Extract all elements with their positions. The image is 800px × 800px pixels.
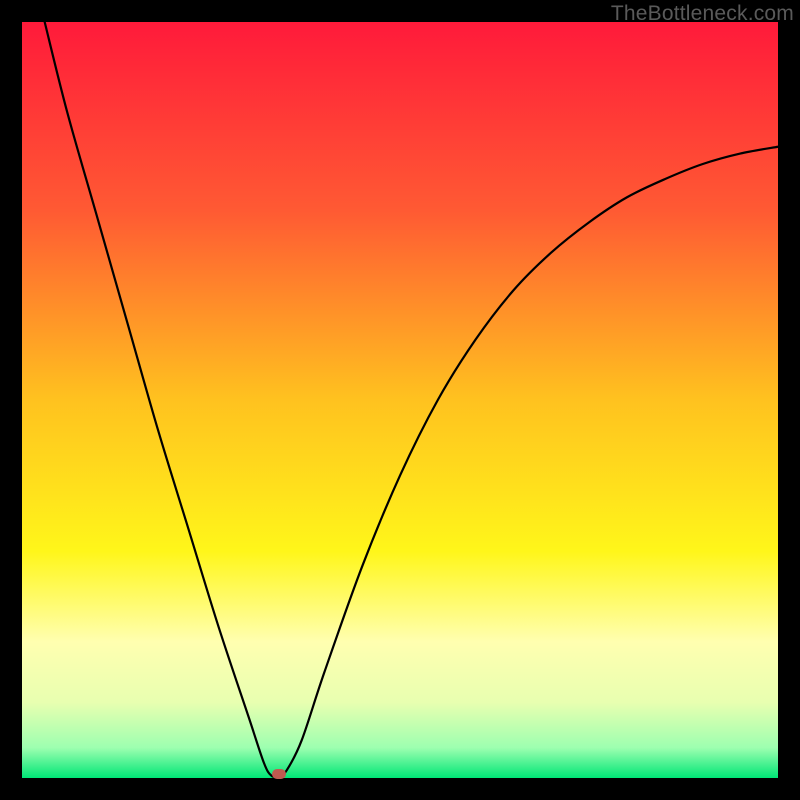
chart-marker — [272, 769, 286, 779]
chart-curve — [45, 22, 778, 777]
watermark-text: TheBottleneck.com — [611, 2, 794, 26]
chart-curve-svg — [22, 22, 778, 778]
plot-area — [22, 22, 778, 778]
chart-frame: TheBottleneck.com — [0, 0, 800, 800]
